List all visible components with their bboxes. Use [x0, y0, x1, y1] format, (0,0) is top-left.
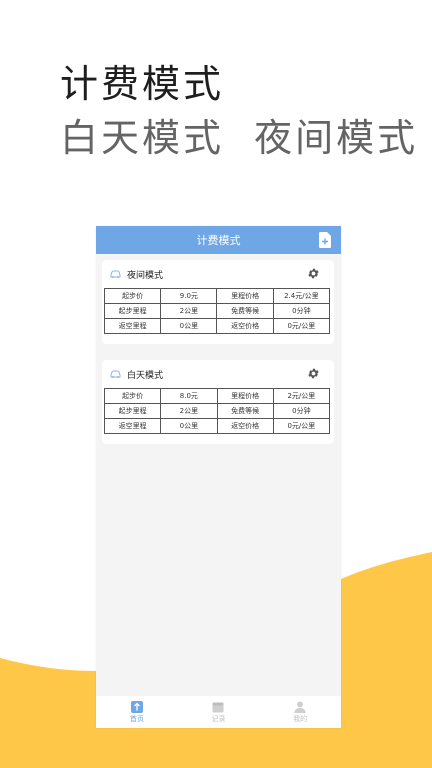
app-header-title: 计费模式	[196, 234, 241, 247]
table-cell: 起步里程	[103, 403, 162, 419]
table-cell: 8.0元	[160, 388, 218, 404]
table-cell: 0公里	[160, 418, 218, 434]
table-cell: 2元/公里	[272, 388, 331, 404]
add-file-icon[interactable]	[319, 232, 331, 248]
mode-card-night: 夜间模式 起步价 9.0元 里程价格 2.4元/公里 起步里程 2公里 免费等候…	[102, 260, 334, 344]
profile-icon	[294, 701, 306, 713]
promo-heading: 计费模式 白天模式 夜间模式	[60, 58, 418, 164]
mode-card-header: 白天模式	[102, 360, 334, 388]
car-icon	[110, 270, 121, 278]
table-cell: 返空里程	[103, 318, 162, 334]
table-cell: 9.0元	[160, 288, 218, 304]
table-cell: 免费等候	[216, 403, 274, 419]
fee-table: 起步价 8.0元 里程价格 2元/公里 起步里程 2公里 免费等候 0分钟 返空…	[103, 388, 331, 434]
tab-profile[interactable]: 我的	[275, 701, 325, 724]
home-icon	[130, 700, 143, 713]
app-header: 计费模式	[96, 226, 341, 254]
table-row: 起步里程 2公里 免费等候 0分钟	[103, 303, 331, 319]
table-cell: 起步里程	[103, 303, 162, 319]
table-cell: 2公里	[160, 403, 218, 419]
table-cell: 里程价格	[216, 388, 274, 404]
mode-title: 夜间模式	[127, 270, 164, 281]
table-cell: 0元/公里	[272, 418, 331, 434]
promo-subtitle: 白天模式 夜间模式	[60, 116, 419, 160]
table-cell: 2.4元/公里	[272, 288, 331, 304]
table-row: 返空里程 0公里 返空价格 0元/公里	[103, 418, 331, 434]
app-screen: 计费模式 夜间模式 起步价 9.0元 里程价格 2.4元/公里 起步里程 2公里…	[96, 226, 341, 728]
tab-home[interactable]: 首页	[112, 700, 162, 724]
mode-card-day: 白天模式 起步价 8.0元 里程价格 2元/公里 起步里程 2公里 免费等候 0…	[102, 360, 334, 444]
car-icon	[110, 370, 121, 378]
table-cell: 起步价	[103, 388, 162, 404]
table-cell: 2公里	[160, 303, 218, 319]
table-cell: 0元/公里	[272, 318, 331, 334]
table-row: 返空里程 0公里 返空价格 0元/公里	[103, 318, 331, 334]
table-cell: 0分钟	[272, 303, 331, 319]
records-icon	[212, 702, 224, 712]
mode-title: 白天模式	[127, 370, 164, 381]
table-cell: 返空里程	[103, 418, 162, 434]
gear-icon[interactable]	[307, 367, 320, 380]
table-cell: 返空价格	[216, 418, 274, 434]
table-cell: 0分钟	[272, 403, 331, 419]
bottom-tab-bar: 首页 记录 我的	[96, 696, 341, 728]
tab-label: 我的	[293, 714, 308, 723]
tab-records[interactable]: 记录	[193, 701, 243, 724]
table-cell: 起步价	[103, 288, 162, 304]
table-row: 起步里程 2公里 免费等候 0分钟	[103, 403, 331, 419]
table-row: 起步价 9.0元 里程价格 2.4元/公里	[103, 288, 331, 304]
promo-title: 计费模式	[60, 62, 225, 106]
table-cell: 免费等候	[216, 303, 274, 319]
mode-card-header: 夜间模式	[102, 260, 334, 288]
table-cell: 返空价格	[216, 318, 274, 334]
tab-label: 记录	[211, 714, 226, 723]
gear-icon[interactable]	[307, 267, 320, 280]
fee-table: 起步价 9.0元 里程价格 2.4元/公里 起步里程 2公里 免费等候 0分钟 …	[103, 288, 331, 334]
tab-label: 首页	[129, 714, 144, 723]
table-cell: 0公里	[160, 318, 218, 334]
table-row: 起步价 8.0元 里程价格 2元/公里	[103, 388, 331, 404]
table-cell: 里程价格	[216, 288, 274, 304]
